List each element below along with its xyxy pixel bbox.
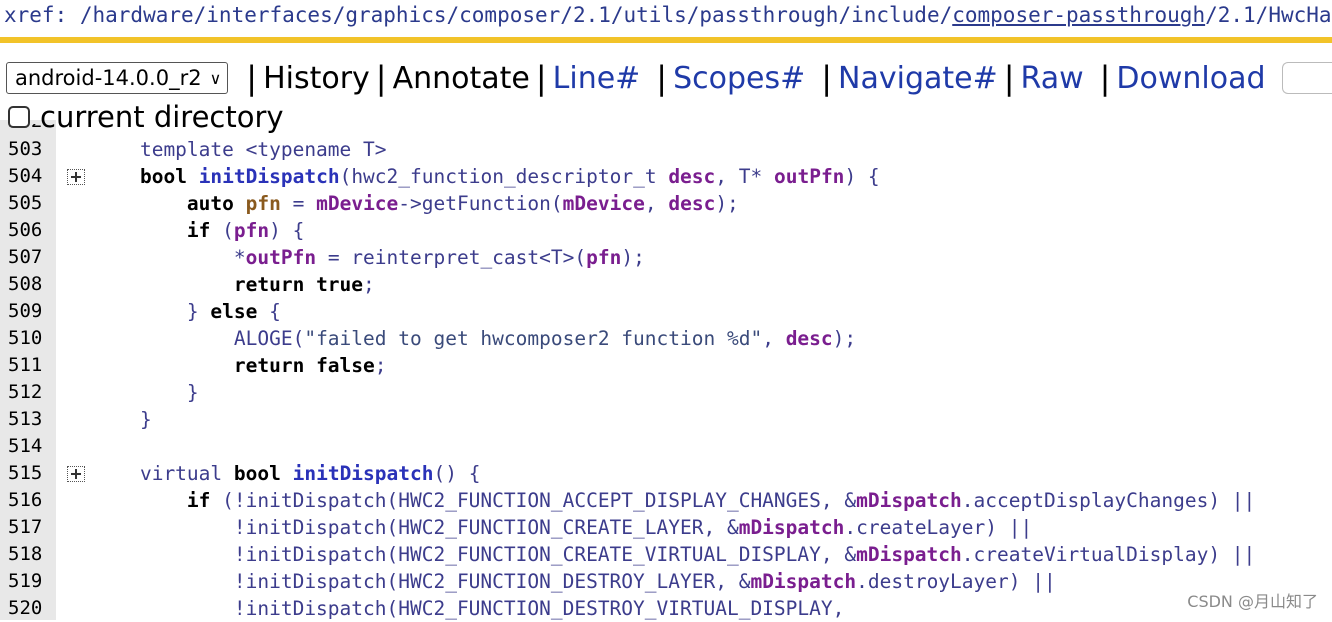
line-number[interactable]: 512 bbox=[8, 379, 54, 406]
watermark: CSDN @月山知了 bbox=[1187, 592, 1318, 611]
xref-path-prefix[interactable]: xref: /hardware/interfaces/graphics/comp… bbox=[4, 3, 952, 27]
separator: | bbox=[1003, 59, 1015, 97]
separator: | bbox=[535, 59, 547, 97]
revision-select[interactable]: android-14.0.0_r2 ∨ bbox=[6, 62, 229, 94]
code-line: 519 !initDispatch(HWC2_FUNCTION_DESTROY_… bbox=[8, 568, 1056, 595]
code-line: 506 if (pfn) { bbox=[8, 217, 305, 244]
search-input[interactable] bbox=[1281, 62, 1332, 94]
code-line: 516 if (!initDispatch(HWC2_FUNCTION_ACCE… bbox=[8, 487, 1256, 514]
code-line: 520 !initDispatch(HWC2_FUNCTION_DESTROY_… bbox=[8, 595, 845, 622]
line-number[interactable]: 510 bbox=[8, 325, 54, 352]
line-number[interactable]: 505 bbox=[8, 190, 54, 217]
xref-link-composer-passthrough[interactable]: composer-passthrough bbox=[952, 3, 1205, 27]
line-number[interactable]: 511 bbox=[8, 352, 54, 379]
separator: | bbox=[1099, 59, 1111, 97]
scopes-toggle[interactable]: Scopes# bbox=[673, 61, 805, 96]
code-line: 504 bool initDispatch(hwc2_function_desc… bbox=[8, 163, 880, 190]
code-line: 508 return true; bbox=[8, 271, 375, 298]
code-line: 517 !initDispatch(HWC2_FUNCTION_CREATE_L… bbox=[8, 514, 1033, 541]
line-number[interactable]: 516 bbox=[8, 487, 54, 514]
code-line: 514 bbox=[0, 433, 1332, 460]
fold-toggle-icon[interactable] bbox=[67, 169, 85, 185]
code-line: 503 template <typename T> bbox=[8, 136, 387, 163]
history-link[interactable]: History bbox=[263, 61, 370, 96]
line-number[interactable]: 514 bbox=[8, 433, 54, 460]
revision-select-value: android-14.0.0_r2 bbox=[15, 66, 202, 90]
code-line: 512 } bbox=[8, 379, 199, 406]
line-number[interactable]: 504 bbox=[8, 163, 54, 190]
separator: | bbox=[821, 59, 833, 97]
line-number[interactable]: 520 bbox=[8, 595, 54, 622]
current-directory-option[interactable]: current directory bbox=[8, 100, 284, 134]
header-divider bbox=[0, 37, 1332, 43]
current-directory-checkbox[interactable] bbox=[8, 106, 30, 128]
current-directory-label: current directory bbox=[40, 100, 284, 134]
code-line: 509 } else { bbox=[8, 298, 281, 325]
code-line: 511 return false; bbox=[8, 352, 387, 379]
separator: | bbox=[375, 59, 387, 97]
line-number[interactable]: 503 bbox=[8, 136, 54, 163]
line-number[interactable]: 506 bbox=[8, 217, 54, 244]
line-number[interactable]: 509 bbox=[8, 298, 54, 325]
code-line: 515 virtual bool initDispatch() { bbox=[8, 460, 481, 487]
source-code: 503 template <typename T> 504 bool initD… bbox=[0, 136, 1332, 622]
code-line: 505 auto pfn = mDevice->getFunction(mDev… bbox=[8, 190, 739, 217]
line-number[interactable]: 507 bbox=[8, 244, 54, 271]
annotate-link[interactable]: Annotate bbox=[393, 61, 530, 96]
navigate-toggle[interactable]: Navigate# bbox=[838, 61, 998, 96]
code-line: 507 *outPfn = reinterpret_cast<T>(pfn); bbox=[8, 244, 645, 271]
line-number[interactable]: 518 bbox=[8, 541, 54, 568]
line-number[interactable]: 515 bbox=[8, 460, 54, 487]
raw-link[interactable]: Raw bbox=[1021, 61, 1084, 96]
fold-toggle-icon[interactable] bbox=[67, 466, 85, 482]
toolbar: android-14.0.0_r2 ∨ | History | Annotate… bbox=[0, 57, 1332, 99]
separator: | bbox=[656, 59, 668, 97]
xref-path-suffix[interactable]: /2.1/HwcHal.h bbox=[1205, 3, 1332, 27]
line-number[interactable]: 517 bbox=[8, 514, 54, 541]
line-number-toggle[interactable]: Line# bbox=[553, 61, 641, 96]
line-number[interactable]: 508 bbox=[8, 271, 54, 298]
separator: | bbox=[246, 59, 258, 97]
code-line: 513 } bbox=[8, 406, 152, 433]
code-line: 510 ALOGE("failed to get hwcomposer2 fun… bbox=[8, 325, 857, 352]
line-number[interactable]: 519 bbox=[8, 568, 54, 595]
code-line: 518 !initDispatch(HWC2_FUNCTION_CREATE_V… bbox=[8, 541, 1256, 568]
line-number[interactable]: 513 bbox=[8, 406, 54, 433]
chevron-down-icon: ∨ bbox=[209, 68, 222, 88]
xref-path: xref: /hardware/interfaces/graphics/comp… bbox=[0, 0, 1332, 38]
download-link[interactable]: Download bbox=[1116, 61, 1265, 96]
